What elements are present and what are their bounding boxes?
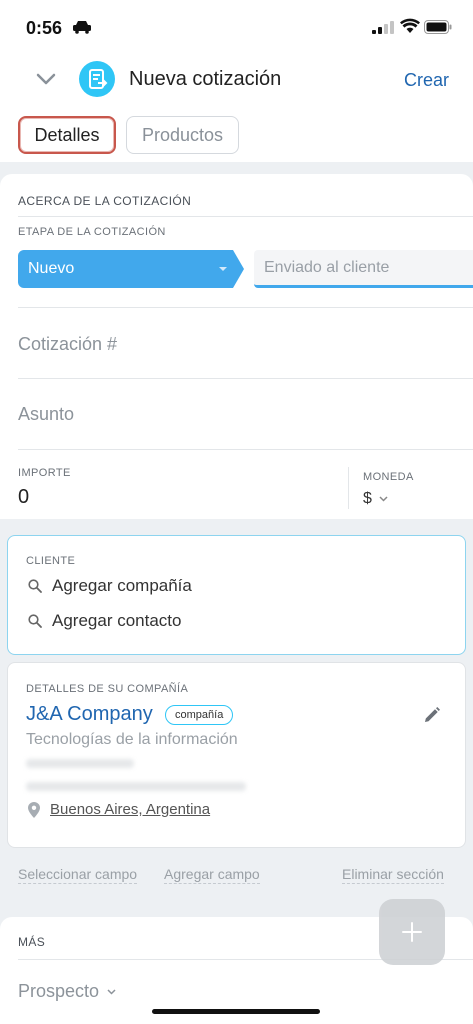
chevron-down-icon <box>379 496 388 502</box>
create-button[interactable]: Crear <box>404 70 449 91</box>
search-icon <box>28 614 42 628</box>
tab-products[interactable]: Productos <box>126 116 239 154</box>
divider <box>18 449 473 450</box>
tab-details[interactable]: Detalles <box>18 116 116 154</box>
plus-icon <box>402 922 422 942</box>
pencil-icon[interactable] <box>423 706 441 729</box>
status-bar: 0:56 <box>0 0 473 52</box>
prospect-select[interactable]: Prospecto <box>18 981 116 1002</box>
section-title: MÁS <box>18 935 46 949</box>
section-actions: Seleccionar campo Agregar campo Eliminar… <box>0 864 473 886</box>
status-time: 0:56 <box>26 18 63 38</box>
currency-label: MONEDA <box>363 471 414 483</box>
caret-down-icon <box>219 267 227 271</box>
divider <box>18 307 473 308</box>
chevron-down-icon[interactable] <box>36 72 56 90</box>
client-label: CLIENTE <box>26 555 76 567</box>
quote-number-field[interactable]: Cotización # <box>18 334 117 355</box>
currency-value: $ <box>363 490 372 507</box>
company-type-badge: compañía <box>165 705 234 725</box>
add-contact-label: Agregar contacto <box>52 611 182 630</box>
stage-current-button[interactable]: Nuevo <box>18 250 244 288</box>
company-name-link[interactable]: J&A Company <box>26 703 153 726</box>
quote-document-icon <box>79 61 115 97</box>
currency-select[interactable]: $ <box>363 490 388 508</box>
home-indicator[interactable] <box>152 1009 320 1014</box>
company-location[interactable]: Buenos Aires, Argentina <box>28 801 210 818</box>
stage-next-button[interactable]: Enviado al cliente <box>254 250 473 288</box>
company-industry: Tecnologías de la información <box>26 731 238 748</box>
stage-current-label: Nuevo <box>28 260 75 277</box>
amount-field[interactable]: 0 <box>18 486 29 509</box>
select-field-link[interactable]: Seleccionar campo <box>18 866 138 884</box>
location-pin-icon <box>28 801 40 818</box>
subject-field[interactable]: Asunto <box>18 404 74 425</box>
wifi-icon <box>400 18 420 39</box>
delete-section-link[interactable]: Eliminar sección <box>342 866 444 884</box>
chevron-down-icon <box>107 988 116 995</box>
add-fab-button[interactable] <box>379 899 445 965</box>
add-field-link[interactable]: Agregar campo <box>164 866 260 884</box>
company-phone-blurred <box>26 759 134 768</box>
about-section: ACERCA DE LA COTIZACIÓN ETAPA DE LA COTI… <box>0 174 473 519</box>
divider <box>348 467 349 509</box>
amount-label: IMPORTE <box>18 467 71 479</box>
company-details-section: DETALLES DE SU COMPAÑÍA J&A Company comp… <box>7 662 466 848</box>
divider <box>18 378 473 379</box>
add-company-button[interactable]: Agregar compañía <box>28 576 192 596</box>
battery-icon <box>424 20 452 39</box>
client-section: CLIENTE Agregar compañía Agregar contact… <box>7 535 466 655</box>
location-text: Buenos Aires, Argentina <box>50 801 211 818</box>
add-company-label: Agregar compañía <box>52 576 192 595</box>
company-email-blurred <box>26 782 246 791</box>
section-title: ACERCA DE LA COTIZACIÓN <box>18 194 192 208</box>
divider <box>18 216 473 217</box>
search-icon <box>28 579 42 593</box>
add-contact-button[interactable]: Agregar contacto <box>28 611 181 631</box>
header: Nueva cotización Crear Detalles Producto… <box>0 52 473 162</box>
prospect-label: Prospecto <box>18 981 100 1001</box>
car-icon <box>72 20 92 39</box>
stage-label: ETAPA DE LA COTIZACIÓN <box>18 226 166 238</box>
page-title: Nueva cotización <box>129 68 282 90</box>
signal-icon <box>372 21 394 39</box>
company-details-label: DETALLES DE SU COMPAÑÍA <box>26 683 189 695</box>
stage-next-label: Enviado al cliente <box>264 258 390 276</box>
